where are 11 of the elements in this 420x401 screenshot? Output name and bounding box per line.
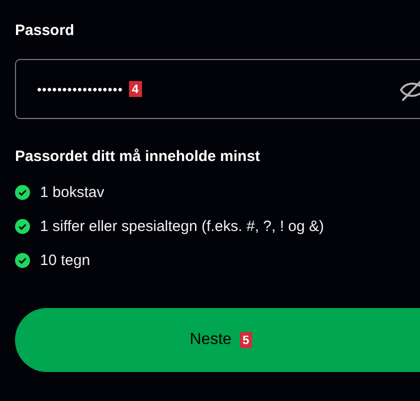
password-field[interactable]: ••••••••••••••••• 4: [15, 59, 420, 119]
eye-slash-icon[interactable]: [399, 78, 420, 102]
marker-badge: 5: [240, 332, 252, 348]
requirement-text: 10 tegn: [40, 252, 90, 269]
requirement-text: 1 bokstav: [40, 184, 104, 201]
password-value: •••••••••••••••••: [37, 82, 123, 96]
marker-badge: 4: [128, 81, 142, 97]
next-button[interactable]: Neste 5: [15, 308, 420, 372]
requirements-heading: Passordet ditt må inneholde minst: [15, 148, 262, 165]
field-label: Passord: [15, 22, 76, 41]
requirement-text: 1 siffer eller spesialtegn (f.eks. #, ?, ! og &): [40, 218, 324, 235]
